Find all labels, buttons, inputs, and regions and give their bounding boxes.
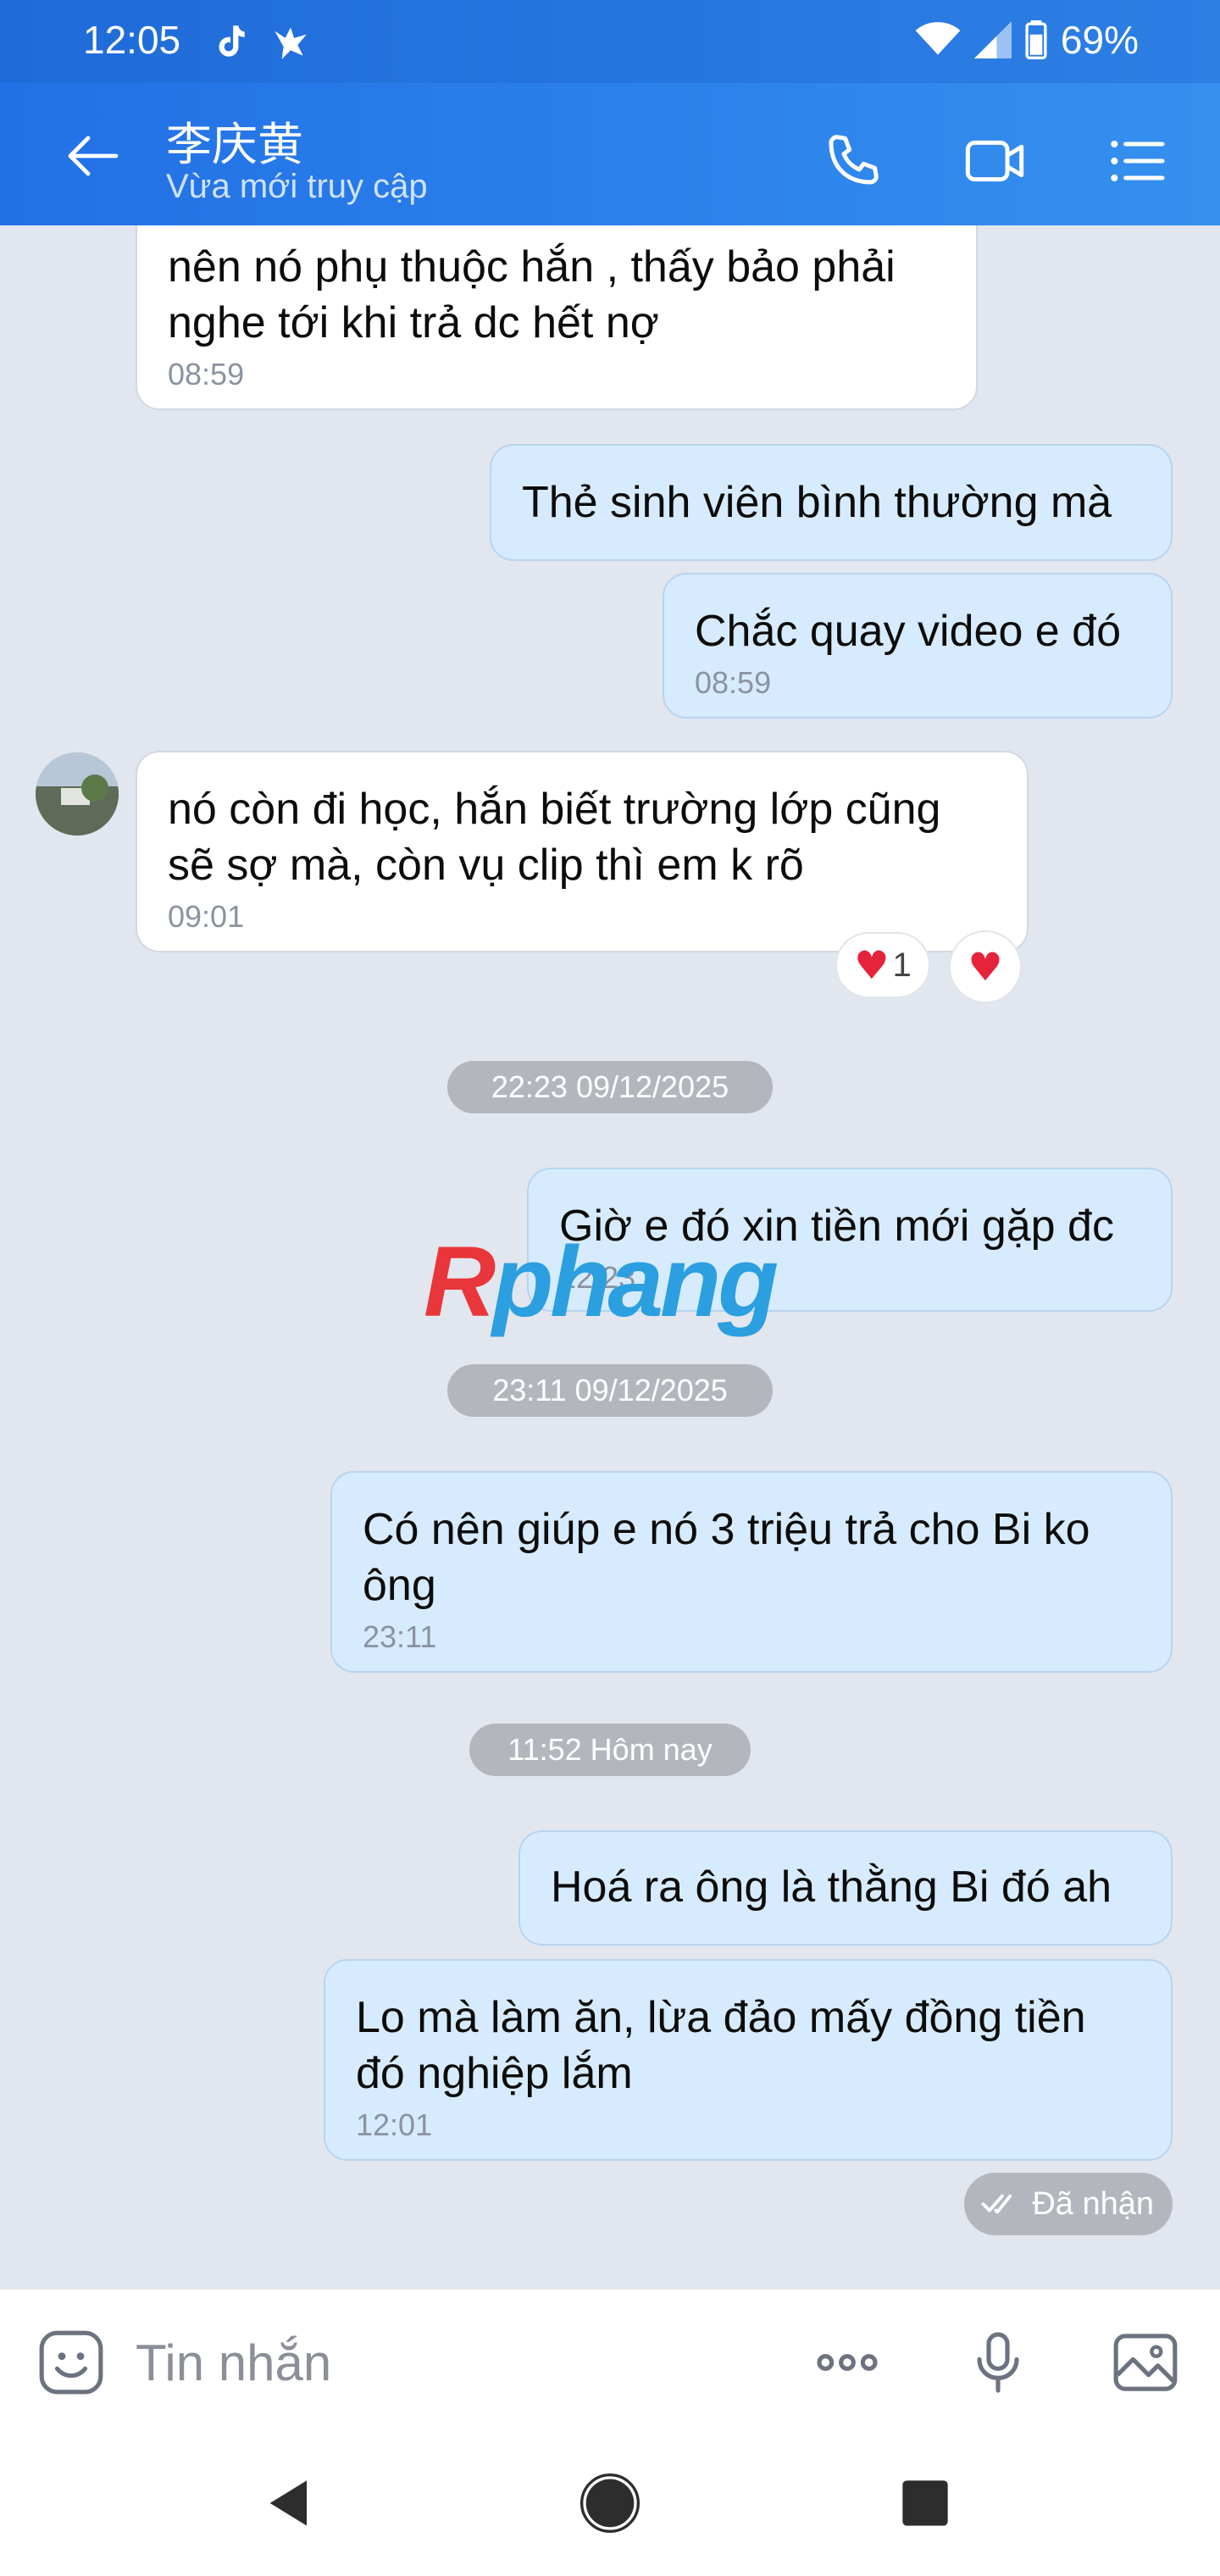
message-outgoing[interactable]: Lo mà làm ăn, lừa đảo mấy đồng tiền đó n… xyxy=(324,1959,1173,2161)
tiktok-icon xyxy=(219,25,245,57)
more-options-icon[interactable] xyxy=(810,2325,884,2400)
reaction-summary[interactable]: ♥ 1 xyxy=(835,932,930,998)
message-outgoing[interactable]: Thẻ sinh viên bình thường mà xyxy=(490,444,1173,561)
message-text: Chắc quay video e đó xyxy=(695,607,1122,656)
video-call-icon[interactable] xyxy=(961,127,1029,195)
message-text: Thẻ sinh viên bình thường mà xyxy=(522,478,1112,527)
nav-home-icon[interactable] xyxy=(576,2469,644,2537)
heart-icon: ♥ xyxy=(854,942,890,988)
message-input[interactable]: Tin nhắn xyxy=(136,2334,331,2392)
avatar[interactable] xyxy=(36,752,119,836)
status-time: 12:05 xyxy=(83,18,181,62)
message-text: Hoá ra ông là thằng Bi đó ah xyxy=(551,1863,1112,1912)
wifi-icon xyxy=(915,22,961,55)
react-button[interactable]: ♥ xyxy=(949,930,1022,1003)
avatar-image xyxy=(36,752,119,836)
message-composer: Tin nhắn xyxy=(0,2288,1220,2432)
date-separator: 22:23 09/12/2025 xyxy=(447,1061,773,1113)
date-separator: 23:11 09/12/2025 xyxy=(447,1364,773,1417)
heart-icon: ♥ xyxy=(968,944,1003,990)
status-bar: 12:05 69% xyxy=(0,0,1220,83)
message-time: 09:01 xyxy=(168,899,245,934)
battery-icon xyxy=(1025,20,1047,59)
date-separator: 11:52 Hôm nay xyxy=(469,1724,751,1776)
delivery-status-badge: Đã nhận xyxy=(964,2173,1173,2235)
message-incoming[interactable]: nên nó phụ thuộc hắn , thấy bảo phải ngh… xyxy=(136,225,978,410)
message-time: 08:59 xyxy=(168,357,245,391)
message-outgoing[interactable]: Hoá ra ông là thằng Bi đó ah xyxy=(518,1830,1173,1946)
contact-status: Vừa mới truy cập xyxy=(166,168,428,205)
message-outgoing[interactable]: Chắc quay video e đó 08:59 xyxy=(663,573,1173,719)
sticker-icon[interactable] xyxy=(34,2325,108,2400)
message-time: 08:59 xyxy=(695,665,772,700)
menu-list-icon[interactable] xyxy=(1103,127,1171,195)
back-arrow-icon[interactable] xyxy=(63,125,124,186)
message-text: Có nên giúp e nó 3 triệu trả cho Bi ko ô… xyxy=(363,1505,1090,1610)
message-outgoing[interactable]: Có nên giúp e nó 3 triệu trả cho Bi ko ô… xyxy=(330,1471,1173,1673)
reaction-count: 1 xyxy=(892,946,912,984)
watermark-logo: Rphang xyxy=(424,1226,779,1338)
bird-icon xyxy=(274,27,307,59)
signal-icon xyxy=(973,21,1012,58)
double-check-icon xyxy=(981,2194,1012,2214)
microphone-icon[interactable] xyxy=(961,2325,1035,2400)
message-incoming[interactable]: nó còn đi học, hắn biết trường lớp cũng … xyxy=(136,751,1029,952)
message-text: Lo mà làm ăn, lừa đảo mấy đồng tiền đó n… xyxy=(356,1993,1086,2098)
message-time: 12:01 xyxy=(356,2107,433,2142)
system-nav-bar xyxy=(0,2432,1220,2576)
nav-back-icon[interactable] xyxy=(256,2469,324,2537)
contact-name[interactable]: 李庆黄 xyxy=(166,107,303,174)
delivery-status-text: Đã nhận xyxy=(1032,2186,1154,2222)
battery-percent: 69% xyxy=(1060,18,1139,62)
status-right: 69% xyxy=(915,17,1139,63)
message-time: 23:11 xyxy=(363,1619,437,1654)
message-text: nên nó phụ thuộc hắn , thấy bảo phải ngh… xyxy=(168,242,896,347)
nav-recents-icon[interactable] xyxy=(891,2469,959,2537)
message-text: nó còn đi học, hắn biết trường lớp cũng … xyxy=(168,785,941,890)
phone-icon[interactable] xyxy=(818,127,886,195)
chat-header: 李庆黄 Vừa mới truy cập xyxy=(0,83,1220,225)
image-gallery-icon[interactable] xyxy=(1108,2325,1183,2400)
